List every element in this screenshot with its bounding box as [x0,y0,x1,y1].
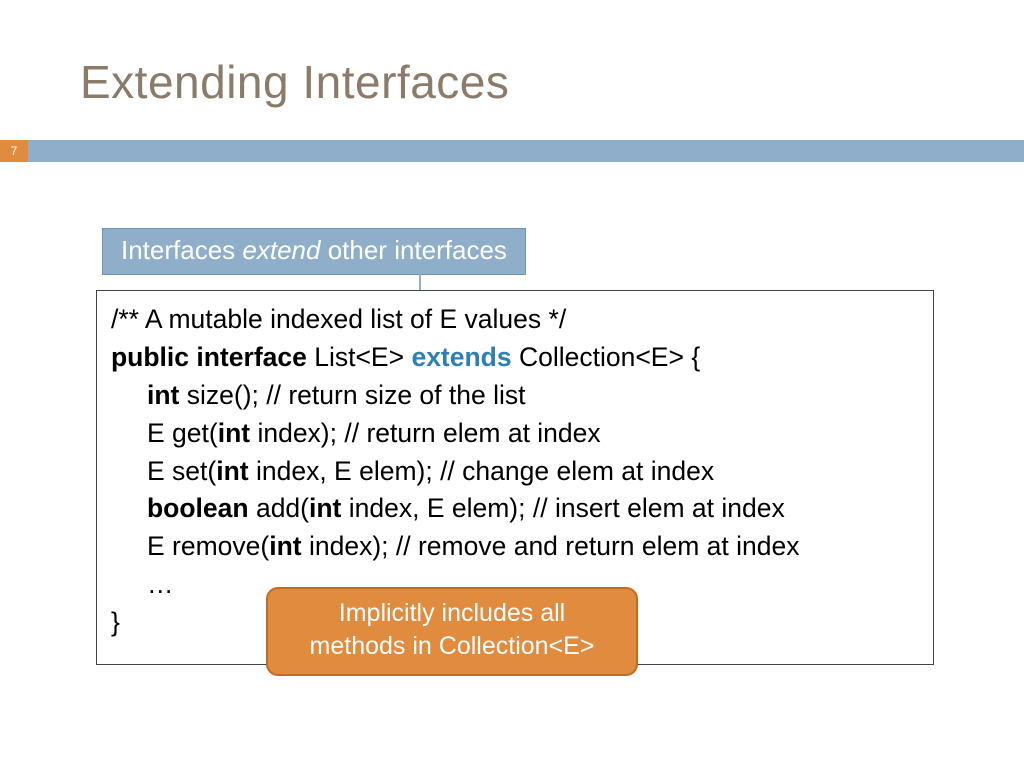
callout-top-pre: Interfaces [121,235,242,265]
callout-bottom-line1: Implicitly includes all [339,599,565,627]
code-comment: /** A mutable indexed list of E values *… [111,304,566,334]
code-text: add( [256,493,309,523]
code-text: index, E elem); // insert elem at index [349,493,785,523]
code-text: E get( [147,418,218,448]
callout-bottom: Implicitly includes all methods in Colle… [266,587,638,676]
page-number: 7 [0,140,28,162]
code-text: index); // return elem at index [257,418,600,448]
callout-top: Interfaces extend other interfaces [102,228,526,275]
slide: Extending Interfaces 7 Interfaces extend… [0,0,1024,768]
header-bar [0,140,1024,162]
callout-top-post: other interfaces [320,235,506,265]
kw-int: int [218,418,258,448]
callout-top-em: extend [242,235,320,265]
kw-int: int [269,531,309,561]
kw-int: int [216,456,256,486]
kw-int: int [309,493,349,523]
code-text: List<E> [314,342,411,372]
slide-title: Extending Interfaces [80,55,509,109]
code-text: size(); // return size of the list [187,380,526,410]
kw-public-interface: public interface [111,342,314,372]
kw-int: int [147,380,187,410]
code-text: E remove( [147,531,269,561]
kw-boolean: boolean [147,493,256,523]
code-text: Collection<E> { [512,342,701,372]
code-text: E set( [147,456,216,486]
kw-extends: extends [411,342,511,372]
code-text: index); // remove and return elem at ind… [309,531,800,561]
callout-bottom-line2: methods in Collection<E> [310,632,595,660]
code-text: index, E elem); // change elem at index [256,456,714,486]
code-close-brace: } [111,607,120,637]
